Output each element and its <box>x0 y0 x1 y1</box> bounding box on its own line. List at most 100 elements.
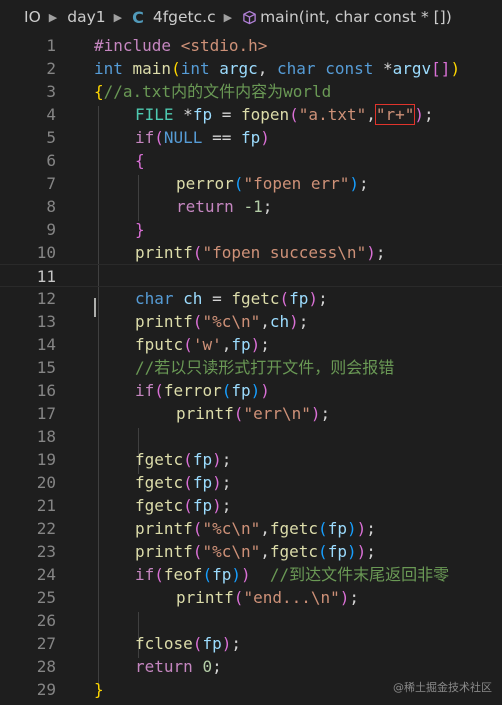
line-number[interactable]: 2 <box>0 57 56 80</box>
line-number[interactable]: 3 <box>0 80 56 103</box>
code-line[interactable]: 29} <box>0 678 502 701</box>
code-text[interactable]: fclose(fp); <box>135 632 241 655</box>
line-number[interactable]: 6 <box>0 149 56 172</box>
code-text[interactable]: printf("err\n"); <box>176 402 330 425</box>
code-token: , <box>257 59 278 78</box>
code-line[interactable]: 23 printf("%c\n",fgetc(fp)); <box>0 540 502 563</box>
code-text[interactable]: FILE *fp = fopen("a.txt","r+"); <box>135 103 434 126</box>
line-number[interactable]: 23 <box>0 540 56 563</box>
code-text[interactable]: printf("end...\n"); <box>176 586 359 609</box>
line-number[interactable]: 14 <box>0 333 56 356</box>
code-line[interactable]: 24 if(feof(fp)) //到达文件末尾返回非零 <box>0 563 502 586</box>
code-token: fp <box>289 289 309 308</box>
code-line[interactable]: 21 fgetc(fp); <box>0 494 502 517</box>
code-line[interactable]: 9} <box>0 218 502 241</box>
code-token: char <box>277 59 326 78</box>
code-line[interactable]: 22 printf("%c\n",fgetc(fp)); <box>0 517 502 540</box>
code-line[interactable]: 8 return -1; <box>0 195 502 218</box>
line-number[interactable]: 1 <box>0 34 56 57</box>
code-line[interactable]: 10 printf("fopen success\n"); <box>0 241 502 264</box>
code-line[interactable]: 2 int main(int argc, char const *argv[]) <box>0 57 502 80</box>
line-number[interactable]: 21 <box>0 494 56 517</box>
code-text[interactable]: perror("fopen err"); <box>176 172 369 195</box>
code-line[interactable]: 1 #include <stdio.h> <box>0 34 502 57</box>
code-text[interactable]: printf("%c\n",ch); <box>135 310 308 333</box>
code-editor[interactable]: @稀土掘金技术社区 1 #include <stdio.h> 2 int main(i… <box>0 34 502 705</box>
line-number[interactable]: 9 <box>0 218 56 241</box>
code-token: ) <box>289 312 299 331</box>
line-number[interactable]: 19 <box>0 448 56 471</box>
code-text[interactable]: char ch = fgetc(fp); <box>135 287 328 310</box>
line-number[interactable]: 4 <box>0 103 56 126</box>
code-line[interactable]: 17 printf("err\n"); <box>0 402 502 425</box>
code-token: ; <box>298 312 309 331</box>
code-text[interactable]: #include <stdio.h> <box>94 34 267 57</box>
breadcrumb-folder-io[interactable]: IO <box>24 8 41 26</box>
code-line[interactable]: 27 fclose(fp); <box>0 632 502 655</box>
code-text[interactable]: return -1; <box>176 195 272 218</box>
code-line[interactable]: 19 fgetc(fp); <box>0 448 502 471</box>
breadcrumb-file[interactable]: 4fgetc.c <box>153 8 216 26</box>
code-text[interactable]: } <box>135 218 145 241</box>
code-text[interactable]: {//a.txt内的文件内容为world <box>94 80 331 103</box>
line-number[interactable]: 16 <box>0 379 56 402</box>
line-number[interactable]: 28 <box>0 655 56 678</box>
line-number[interactable]: 12 <box>0 287 56 310</box>
breadcrumb-folder-day1[interactable]: day1 <box>67 8 105 26</box>
code-line[interactable]: 26 <box>0 609 502 632</box>
line-number[interactable]: 29 <box>0 678 56 701</box>
code-line[interactable]: 4 FILE *fp = fopen("a.txt","r+"); <box>0 103 502 126</box>
code-line[interactable]: 20 fgetc(fp); <box>0 471 502 494</box>
code-line[interactable]: 16 if(ferror(fp)) <box>0 379 502 402</box>
code-line[interactable]: 14 fputc('w',fp); <box>0 333 502 356</box>
code-line[interactable]: 13 printf("%c\n",ch); <box>0 310 502 333</box>
code-line[interactable]: 28 return 0; <box>0 655 502 678</box>
line-number[interactable]: 17 <box>0 402 56 425</box>
code-line[interactable]: 3 {//a.txt内的文件内容为world <box>0 80 502 103</box>
code-token: int <box>180 59 220 78</box>
code-text[interactable]: } <box>94 678 104 701</box>
code-text[interactable]: //若以只读形式打开文件，则会报错 <box>135 356 394 379</box>
line-number[interactable]: 26 <box>0 609 56 632</box>
line-number[interactable]: 25 <box>0 586 56 609</box>
code-token: argv <box>392 59 432 78</box>
line-number[interactable]: 22 <box>0 517 56 540</box>
code-token: ( <box>192 243 203 262</box>
code-text[interactable]: if(NULL == fp) <box>135 126 270 149</box>
line-number[interactable]: 5 <box>0 126 56 149</box>
line-number[interactable]: 7 <box>0 172 56 195</box>
code-text[interactable]: int main(int argc, char const *argv[]) <box>94 57 460 80</box>
code-text[interactable]: if(ferror(fp)) <box>135 379 270 402</box>
line-number[interactable]: 24 <box>0 563 56 586</box>
code-text[interactable]: { <box>135 149 145 172</box>
code-token: fgetc <box>135 450 184 469</box>
code-line[interactable]: 25 printf("end...\n"); <box>0 586 502 609</box>
code-token: fputc <box>135 335 184 354</box>
code-text[interactable]: return 0; <box>135 655 222 678</box>
code-text[interactable]: printf("fopen success\n"); <box>135 241 385 264</box>
code-text[interactable]: if(feof(fp)) //到达文件末尾返回非零 <box>135 563 449 586</box>
code-line[interactable]: 5 if(NULL == fp) <box>0 126 502 149</box>
code-line[interactable]: 15 //若以只读形式打开文件，则会报错 <box>0 356 502 379</box>
code-line[interactable]: 11 <box>0 264 502 287</box>
line-number[interactable]: 27 <box>0 632 56 655</box>
code-text[interactable]: fgetc(fp); <box>135 448 231 471</box>
code-text[interactable]: printf("%c\n",fgetc(fp)); <box>135 517 376 540</box>
line-number[interactable]: 20 <box>0 471 56 494</box>
line-number[interactable]: 11 <box>0 265 56 288</box>
line-number[interactable]: 8 <box>0 195 56 218</box>
line-number[interactable]: 15 <box>0 356 56 379</box>
code-line[interactable]: 6{ <box>0 149 502 172</box>
code-text[interactable]: fgetc(fp); <box>135 471 231 494</box>
code-line[interactable]: 12 char ch = fgetc(fp); <box>0 287 502 310</box>
line-number[interactable]: 13 <box>0 310 56 333</box>
line-number[interactable]: 18 <box>0 425 56 448</box>
code-line[interactable]: 7 perror("fopen err"); <box>0 172 502 195</box>
code-text[interactable]: fgetc(fp); <box>135 494 231 517</box>
code-text[interactable]: fputc('w',fp); <box>135 333 270 356</box>
code-token: ; <box>231 634 241 653</box>
line-number[interactable]: 10 <box>0 241 56 264</box>
code-line[interactable]: 18 <box>0 425 502 448</box>
breadcrumb-symbol[interactable]: main(int, char const * []) <box>260 8 452 26</box>
code-text[interactable]: printf("%c\n",fgetc(fp)); <box>135 540 376 563</box>
